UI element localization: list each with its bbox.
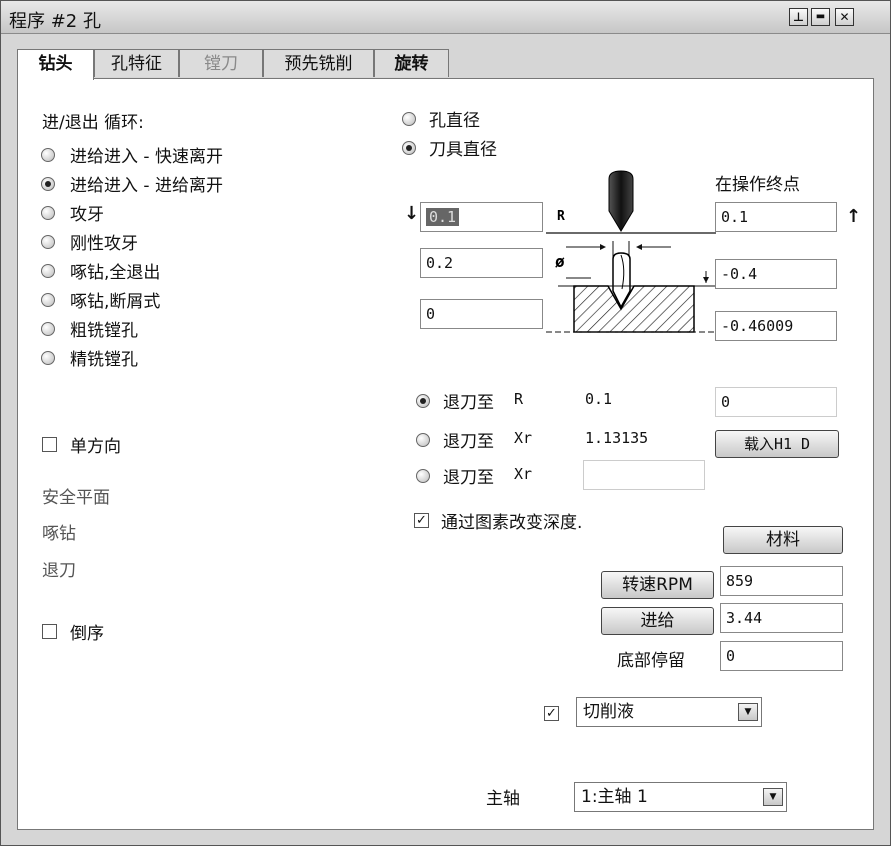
tab-drill[interactable]: 钻头	[17, 49, 94, 80]
cycle-heading: 进/退出 循环:	[42, 113, 144, 133]
cycle-label-rough-bore: 粗铣镗孔	[70, 321, 138, 341]
cycle-label-peck-full: 啄钻,全退出	[70, 263, 161, 283]
retract-r-value: 0.1	[585, 390, 613, 408]
diameter-label: ø	[555, 252, 565, 271]
hole-diameter-radio[interactable]	[402, 112, 416, 126]
cycle-radio-tap[interactable]	[41, 206, 55, 220]
arrow-down-icon: ↓	[404, 203, 420, 224]
retract-r-code: R	[514, 390, 524, 408]
title-bar[interactable]: 程序 #2 孔 ⊥ ▬ ✕	[1, 1, 890, 34]
chevron-down-icon[interactable]: ▼	[763, 788, 783, 806]
drill-panel: 进/退出 循环: 进给进入 - 快速离开 进给进入 - 进给离开 攻牙 刚性攻牙…	[17, 78, 874, 830]
r-label: R	[557, 209, 565, 224]
cycle-label-peck-chip: 啄钻,断屑式	[70, 292, 161, 312]
retract-r-label: 退刀至	[443, 393, 494, 413]
retract-r-radio[interactable]	[416, 394, 430, 408]
retract-xr2-code: Xr	[514, 465, 533, 483]
arrow-up-icon: ↑	[846, 206, 862, 227]
tool-diameter-radio[interactable]	[402, 141, 416, 155]
tab-boring: 镗刀	[179, 49, 263, 77]
safe-plane-input[interactable]: 0.1	[420, 202, 543, 232]
coolant-checkbox[interactable]: ✓	[544, 706, 559, 721]
cycle-label-tap: 攻牙	[70, 205, 104, 225]
tool-diameter-label: 刀具直径	[429, 140, 497, 160]
retract-xr2-radio[interactable]	[416, 469, 430, 483]
dwell-label: 底部停留	[617, 651, 685, 671]
coolant-dropdown[interactable]: 切削液 ▼	[576, 697, 762, 727]
cycle-radio-feed-rapid[interactable]	[41, 148, 55, 162]
end-of-operation-label: 在操作终点	[715, 175, 800, 195]
retract-label: 退刀	[42, 561, 76, 581]
spindle-label: 主轴	[486, 789, 520, 809]
coolant-value: 切削液	[583, 702, 634, 722]
retract-xr-code: Xr	[514, 429, 533, 447]
one-way-label: 单方向	[70, 437, 121, 457]
spindle-speed-input[interactable]: 859	[720, 566, 843, 596]
drill-diagram-icon: R ø	[546, 170, 716, 333]
cycle-label-finish-bore: 精铣镗孔	[70, 350, 138, 370]
cycle-radio-peck-full[interactable]	[41, 264, 55, 278]
minimize-icon[interactable]: ▬	[811, 8, 830, 26]
dwell-input[interactable]: 0	[720, 641, 843, 671]
reverse-label: 倒序	[70, 624, 104, 644]
spindle-dropdown[interactable]: 1:主轴 1 ▼	[574, 782, 787, 812]
retract-value-input[interactable]: 0	[715, 387, 837, 417]
peck-label: 啄钻	[42, 524, 76, 544]
program-window: 程序 #2 孔 ⊥ ▬ ✕ 钻头 孔特征 镗刀 预先铣削 旋转 进/退出 循环:…	[0, 0, 891, 846]
retract-xr-radio[interactable]	[416, 433, 430, 447]
one-way-checkbox[interactable]	[42, 437, 57, 452]
end-safe-plane-input[interactable]: 0.1	[715, 202, 837, 232]
cycle-label-rigid-tap: 刚性攻牙	[70, 234, 138, 254]
retract-xr2-input[interactable]	[583, 460, 705, 490]
close-icon[interactable]: ✕	[835, 8, 854, 26]
window-title: 程序 #2 孔	[9, 11, 101, 32]
tab-pre-mill[interactable]: 预先铣削	[263, 49, 374, 77]
safe-plane-label: 安全平面	[42, 488, 110, 508]
material-button[interactable]: 材料	[723, 526, 843, 554]
retract-input[interactable]: 0	[420, 299, 543, 329]
end-peck-input[interactable]: -0.4	[715, 259, 837, 289]
cycle-radio-rough-bore[interactable]	[41, 322, 55, 336]
feed-rate-input[interactable]: 3.44	[720, 603, 843, 633]
load-h1-d-button[interactable]: 载入H1 D	[715, 430, 839, 458]
change-depth-label: 通过图素改变深度.	[441, 513, 583, 533]
spindle-value: 1:主轴 1	[581, 787, 648, 807]
pin-icon[interactable]: ⊥	[789, 8, 808, 26]
end-depth-input[interactable]: -0.46009	[715, 311, 837, 341]
chevron-down-icon[interactable]: ▼	[738, 703, 758, 721]
cycle-radio-feed-feed[interactable]	[41, 177, 55, 191]
tab-hole-features[interactable]: 孔特征	[94, 49, 179, 77]
tab-rotate[interactable]: 旋转	[374, 49, 449, 77]
cycle-radio-rigid-tap[interactable]	[41, 235, 55, 249]
hole-diameter-label: 孔直径	[429, 111, 480, 131]
cycle-radio-finish-bore[interactable]	[41, 351, 55, 365]
spindle-speed-button[interactable]: 转速RPM	[601, 571, 714, 599]
feed-rate-button[interactable]: 进给	[601, 607, 714, 635]
cycle-radio-peck-chip[interactable]	[41, 293, 55, 307]
cycle-label-feed-rapid: 进给进入 - 快速离开	[70, 147, 223, 167]
cycle-label-feed-feed: 进给进入 - 进给离开	[70, 176, 223, 196]
retract-xr2-label: 退刀至	[443, 468, 494, 488]
retract-xr-label: 退刀至	[443, 432, 494, 452]
retract-xr-value: 1.13135	[585, 429, 649, 447]
reverse-checkbox[interactable]	[42, 624, 57, 639]
change-depth-checkbox[interactable]: ✓	[414, 513, 429, 528]
peck-input[interactable]: 0.2	[420, 248, 543, 278]
